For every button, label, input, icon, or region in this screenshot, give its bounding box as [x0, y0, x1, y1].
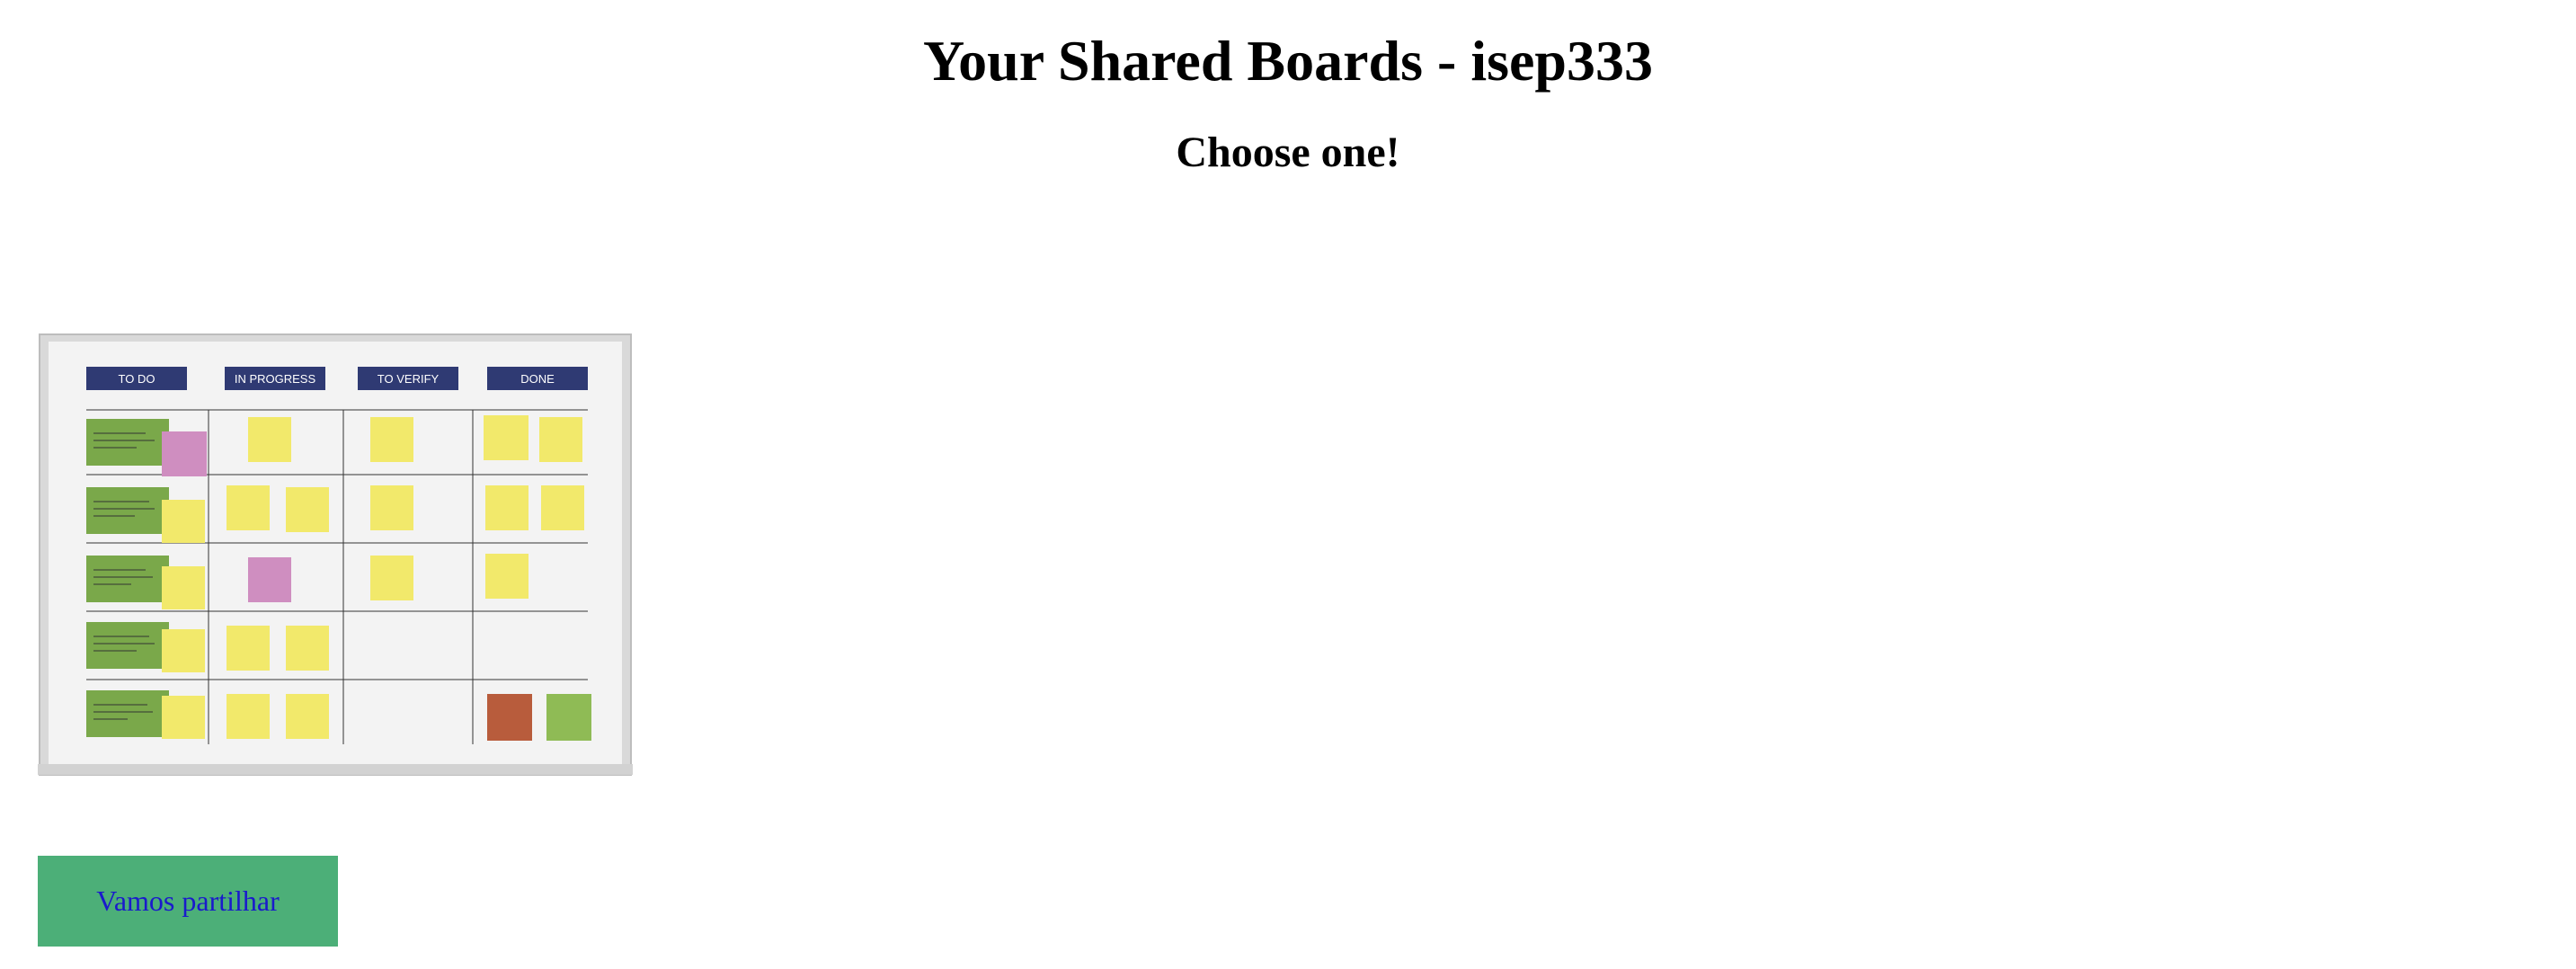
sticky-note — [370, 556, 413, 600]
column-header-done: DONE — [487, 367, 588, 390]
story-card — [86, 622, 169, 669]
sticky-note — [539, 417, 582, 462]
story-card — [86, 556, 169, 602]
column-header-todo: TO DO — [86, 367, 187, 390]
sticky-note-green — [546, 694, 591, 741]
sticky-note — [227, 694, 270, 739]
sticky-note — [485, 554, 529, 599]
board-name-label: Vamos partilhar — [96, 885, 280, 917]
whiteboard-tray — [38, 764, 633, 775]
column-header-label: IN PROGRESS — [235, 372, 316, 386]
sticky-note — [370, 485, 413, 530]
sticky-note — [227, 626, 270, 671]
column-header-in-progress: IN PROGRESS — [225, 367, 325, 390]
sticky-note — [162, 629, 205, 672]
sticky-note — [162, 696, 205, 739]
sticky-note — [370, 417, 413, 462]
column-header-label: TO VERIFY — [378, 372, 440, 386]
sticky-note — [248, 417, 291, 462]
board-thumbnail[interactable]: TO DO IN PROGRESS TO VERIFY DONE — [38, 333, 633, 777]
story-card — [86, 690, 169, 737]
page-subtitle: Choose one! — [1176, 129, 1400, 176]
column-header-label: TO DO — [119, 372, 155, 386]
sticky-note — [227, 485, 270, 530]
sticky-note — [485, 485, 529, 530]
sticky-note — [484, 415, 529, 460]
sticky-note — [286, 694, 329, 739]
sticky-note — [286, 487, 329, 532]
sticky-note — [162, 431, 207, 476]
story-card — [86, 487, 169, 534]
sticky-note — [162, 500, 205, 543]
column-header-label: DONE — [520, 372, 555, 386]
story-card — [86, 419, 169, 466]
page-title: Your Shared Boards - isep333 — [923, 29, 1653, 93]
sticky-note — [541, 485, 584, 530]
column-header-to-verify: TO VERIFY — [358, 367, 458, 390]
sticky-note — [248, 557, 291, 602]
sticky-note — [162, 566, 205, 609]
board-open-button[interactable]: Vamos partilhar — [38, 856, 338, 947]
sticky-note-red — [487, 694, 532, 741]
sticky-note — [286, 626, 329, 671]
